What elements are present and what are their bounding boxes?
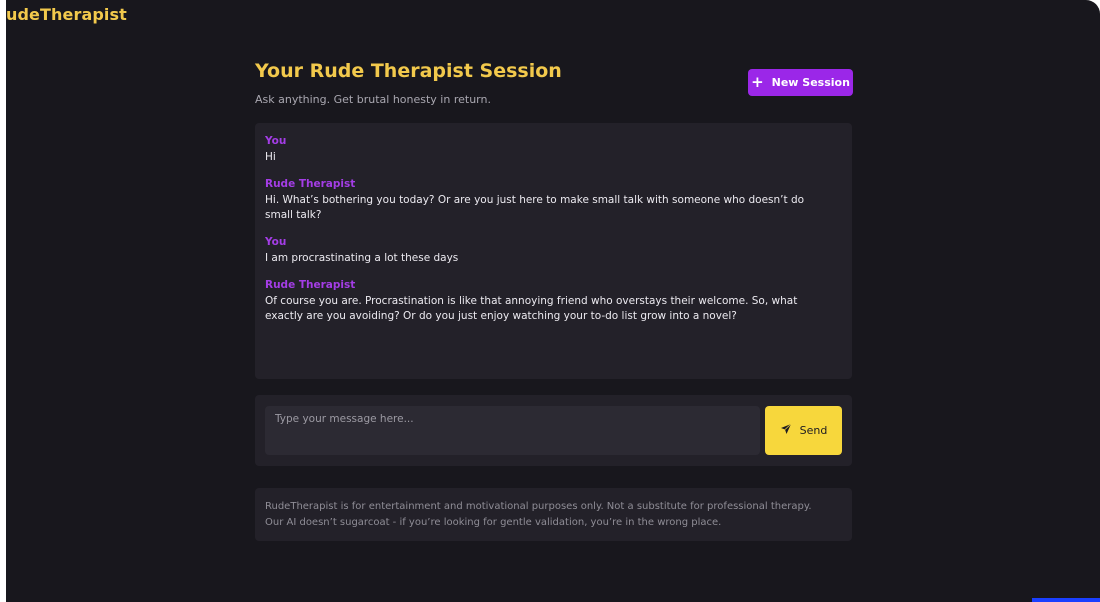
send-label: Send [799, 424, 828, 437]
message-sender: Rude Therapist [265, 178, 356, 190]
message-sender: Rude Therapist [265, 279, 356, 291]
app-window: udeTherapist Your Rude Therapist Session… [6, 0, 1100, 602]
message-text: Hi. What’s bothering you today? Or are y… [265, 194, 805, 221]
chat-message: You I am procrastinating a lot these day… [265, 236, 842, 266]
page-title: Your Rude Therapist Session [255, 60, 562, 82]
send-button[interactable]: Send [765, 406, 842, 455]
composer-panel: Send [255, 395, 852, 466]
new-session-button[interactable]: + New Session [748, 69, 853, 96]
message-sender: You [265, 236, 287, 248]
message-text: I am procrastinating a lot these days [265, 252, 459, 264]
message-text: Of course you are. Procrastination is li… [265, 295, 798, 322]
brand-logo-text[interactable]: udeTherapist [6, 5, 127, 24]
chat-message: Rude Therapist Hi. What’s bothering you … [265, 178, 842, 223]
chat-transcript[interactable]: You Hi Rude Therapist Hi. What’s botheri… [255, 123, 852, 379]
chat-message: You Hi [265, 135, 842, 165]
disclaimer-line: Our AI doesn’t sugarcoat - if you’re loo… [265, 517, 722, 528]
disclaimer-box: RudeTherapist is for entertainment and m… [255, 488, 852, 541]
message-sender: You [265, 135, 287, 147]
plus-icon: + [751, 73, 764, 91]
message-input[interactable] [265, 406, 760, 455]
paper-plane-icon [780, 423, 792, 438]
taskbar-edge-divider [1032, 598, 1100, 602]
chat-message: Rude Therapist Of course you are. Procra… [265, 279, 842, 324]
disclaimer-line: RudeTherapist is for entertainment and m… [265, 501, 812, 512]
message-text: Hi [265, 151, 276, 163]
page-subtitle: Ask anything. Get brutal honesty in retu… [255, 93, 491, 106]
new-session-label: New Session [771, 76, 850, 89]
